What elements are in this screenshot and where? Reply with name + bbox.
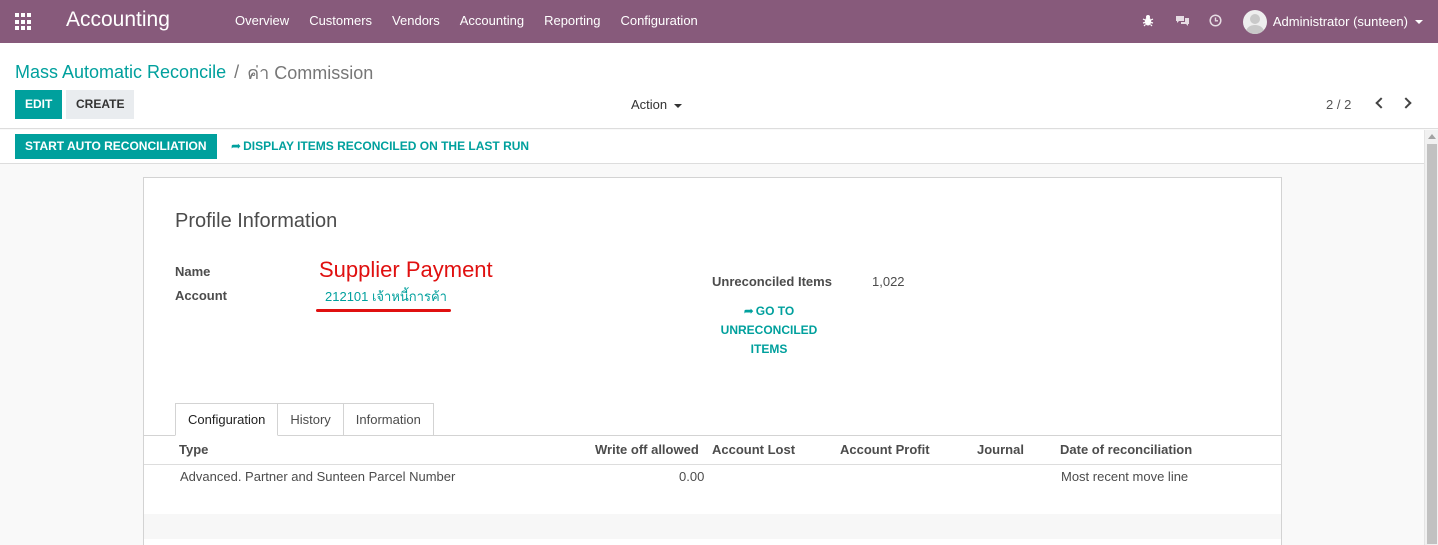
menu-item-accounting[interactable]: Accounting bbox=[460, 13, 524, 28]
breadcrumb-current: ค่า Commission bbox=[247, 63, 374, 83]
form-statusbar: START AUTO RECONCILIATION ➦ DISPLAY ITEMS… bbox=[0, 130, 1424, 164]
cell-type: Advanced. Partner and Sunteen Parcel Num… bbox=[180, 469, 456, 484]
pager-value[interactable]: 2 / 2 bbox=[1326, 97, 1351, 112]
form-sheet: Profile Information Name Supplier Paymen… bbox=[143, 177, 1282, 545]
unreconciled-items-label: Unreconciled Items bbox=[712, 274, 832, 289]
display-reconciled-link[interactable]: ➦ DISPLAY ITEMS RECONCILED ON THE LAST RU… bbox=[231, 139, 529, 153]
breadcrumb-parent[interactable]: Mass Automatic Reconcile bbox=[15, 62, 226, 83]
main-menu: Overview Customers Vendors Accounting Re… bbox=[235, 13, 718, 28]
table-empty-row bbox=[144, 489, 1281, 514]
cell-date: Most recent move line bbox=[1061, 469, 1189, 484]
tab-information[interactable]: Information bbox=[342, 403, 434, 436]
chat-icon[interactable] bbox=[1175, 14, 1189, 30]
name-label: Name bbox=[175, 264, 211, 279]
name-value: Supplier Payment bbox=[319, 257, 493, 282]
menu-item-reporting[interactable]: Reporting bbox=[544, 13, 600, 28]
vertical-scrollbar[interactable] bbox=[1424, 130, 1438, 545]
sheet-title: Profile Information bbox=[175, 210, 338, 232]
column-header-account-lost[interactable]: Account Lost bbox=[712, 442, 795, 457]
chevron-left-icon bbox=[1375, 97, 1387, 109]
tab-configuration[interactable]: Configuration bbox=[175, 403, 279, 436]
start-auto-reconciliation-button[interactable]: START AUTO RECONCILIATION bbox=[15, 134, 217, 159]
user-menu[interactable]: Administrator (sunteen) bbox=[1242, 9, 1423, 34]
go-to-unreconciled-items-button[interactable]: ➦ GO TO UNRECONCILED ITEMS bbox=[709, 302, 829, 359]
clock-icon[interactable] bbox=[1209, 13, 1223, 30]
menu-item-configuration[interactable]: Configuration bbox=[620, 13, 697, 28]
column-header-journal[interactable]: Journal bbox=[977, 442, 1024, 457]
edit-button[interactable]: EDIT bbox=[15, 90, 63, 119]
apps-grid-icon[interactable] bbox=[15, 13, 33, 31]
go-to-line1: GO TO bbox=[755, 304, 795, 318]
chevron-right-icon bbox=[1400, 97, 1412, 109]
action-dropdown[interactable]: Action bbox=[631, 97, 683, 112]
pager-next-button[interactable] bbox=[1400, 95, 1415, 111]
go-to-line3: ITEMS bbox=[750, 342, 788, 356]
go-to-line2: UNRECONCILED bbox=[720, 323, 818, 337]
chevron-down-icon bbox=[1415, 19, 1423, 24]
avatar bbox=[1242, 9, 1267, 34]
column-header-type[interactable]: Type bbox=[179, 442, 208, 457]
share-icon: ➦ bbox=[743, 304, 754, 318]
account-label: Account bbox=[175, 288, 227, 303]
tab-history[interactable]: History bbox=[277, 403, 344, 436]
menu-item-overview[interactable]: Overview bbox=[235, 13, 289, 28]
display-reconciled-label: DISPLAY ITEMS RECONCILED ON THE LAST RUN bbox=[243, 139, 530, 153]
action-dropdown-label: Action bbox=[631, 97, 668, 112]
annotation-underline bbox=[316, 309, 451, 312]
column-header-date[interactable]: Date of reconciliation bbox=[1060, 442, 1192, 457]
scroll-thumb[interactable] bbox=[1427, 144, 1437, 544]
user-name: Administrator (sunteen) bbox=[1272, 14, 1408, 29]
menu-item-vendors[interactable]: Vendors bbox=[392, 13, 440, 28]
breadcrumb: Mass Automatic Reconcile / ค่า Commissio… bbox=[15, 58, 373, 87]
create-button[interactable]: CREATE bbox=[66, 90, 135, 119]
share-icon: ➦ bbox=[231, 139, 242, 153]
app-brand[interactable]: Accounting bbox=[66, 8, 170, 32]
pager-previous-button[interactable] bbox=[1373, 95, 1387, 111]
table-empty-row bbox=[144, 514, 1281, 539]
navbar-systray: Administrator (sunteen) bbox=[1141, 0, 1438, 43]
scroll-up-arrow-icon[interactable] bbox=[1428, 134, 1436, 139]
control-panel: Mass Automatic Reconcile / ค่า Commissio… bbox=[0, 43, 1438, 129]
bug-icon[interactable] bbox=[1141, 14, 1155, 30]
column-header-write-off[interactable]: Write off allowed bbox=[595, 442, 699, 457]
top-navbar: Accounting Overview Customers Vendors Ac… bbox=[0, 0, 1438, 43]
menu-item-customers[interactable]: Customers bbox=[309, 13, 372, 28]
account-link[interactable]: 212101 เจ้าหนี้การค้า bbox=[325, 286, 447, 307]
column-header-account-profit[interactable]: Account Profit bbox=[840, 442, 930, 457]
breadcrumb-separator: / bbox=[234, 62, 240, 82]
cell-write-off: 0.00 bbox=[679, 469, 705, 484]
unreconciled-items-value: 1,022 bbox=[872, 274, 905, 289]
table-header: Type Write off allowed Account Lost Acco… bbox=[144, 436, 1281, 465]
table-row[interactable]: Advanced. Partner and Sunteen Parcel Num… bbox=[144, 465, 1281, 489]
chevron-down-icon bbox=[674, 103, 683, 108]
notebook-tabs: Configuration History Information bbox=[175, 403, 434, 436]
